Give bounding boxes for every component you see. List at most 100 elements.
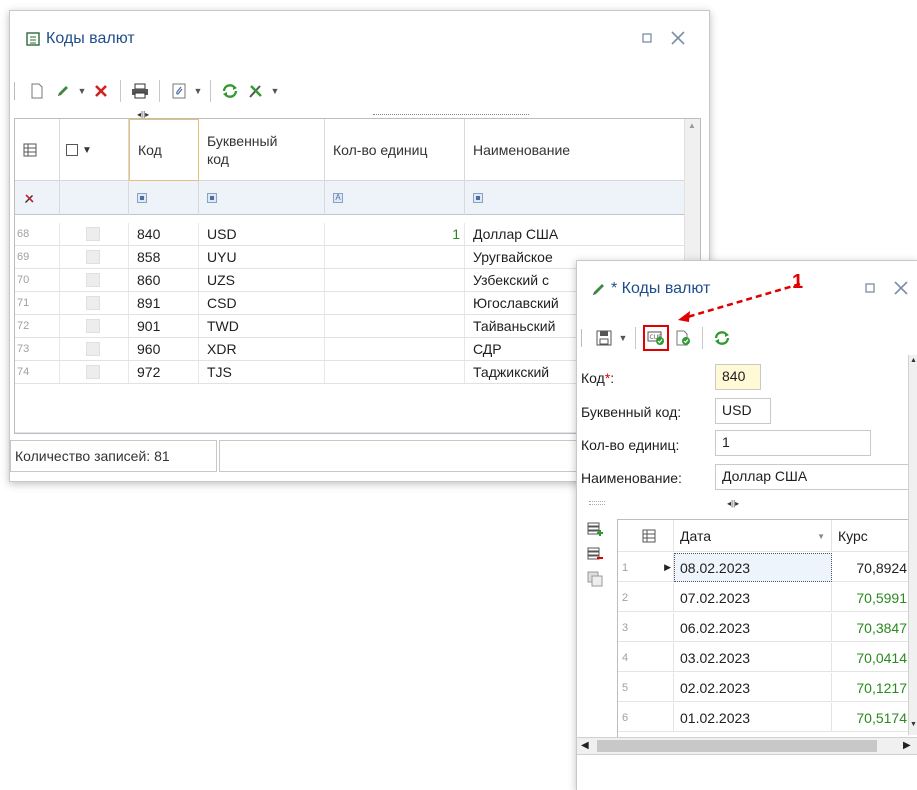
cell-date[interactable]: 02.02.2023 xyxy=(674,673,832,702)
column-header-alpha-code[interactable]: Буквенный код xyxy=(199,119,325,181)
table-row[interactable]: 4 03.02.2023 70,0414 xyxy=(618,643,917,672)
name-field[interactable]: Доллар США xyxy=(715,464,917,490)
scroll-thumb[interactable] xyxy=(597,740,877,752)
units-field[interactable]: 1 xyxy=(715,430,871,456)
cell-units xyxy=(325,292,465,314)
cell-rate[interactable]: 70,5174 xyxy=(832,703,910,732)
scroll-up-icon[interactable]: ▲ xyxy=(910,357,917,364)
filter-cell-units[interactable]: A xyxy=(325,181,465,215)
column-header-units[interactable]: Кол-во единиц xyxy=(325,119,465,181)
save-dropdown-icon[interactable]: ▼ xyxy=(617,326,629,350)
scroll-down-icon[interactable]: ▼ xyxy=(910,721,917,728)
column-header-name[interactable]: Наименование xyxy=(465,119,685,181)
column-header-code[interactable]: Код xyxy=(129,119,199,181)
toolbar-grip[interactable] xyxy=(14,82,16,100)
attach-icon[interactable] xyxy=(167,79,191,103)
row-checkbox-cell[interactable] xyxy=(60,315,129,337)
cell-date[interactable]: 07.02.2023 xyxy=(674,583,832,612)
cell-rate[interactable]: 70,3847 xyxy=(832,613,910,642)
row-checkbox-cell[interactable] xyxy=(60,269,129,291)
select-all-checkbox[interactable] xyxy=(66,144,78,156)
refresh-icon[interactable] xyxy=(218,79,242,103)
chevron-down-icon[interactable]: ▼ xyxy=(82,145,92,156)
alpha-code-field[interactable]: USD xyxy=(715,398,771,424)
row-checkbox[interactable] xyxy=(86,250,100,264)
table-row[interactable]: 2 07.02.2023 70,5991 xyxy=(618,583,917,612)
row-checkbox[interactable] xyxy=(86,296,100,310)
table-row[interactable]: 68 840 USD 1 Доллар США xyxy=(15,223,685,246)
row-checkbox-cell[interactable] xyxy=(60,361,129,383)
cell-rate[interactable]: 70,8924 xyxy=(832,553,910,582)
currency-rates-icon[interactable]: CUR xyxy=(643,325,669,351)
cell-alpha-code: USD xyxy=(199,223,325,245)
horizontal-scrollbar[interactable]: ◀ ▶ xyxy=(577,737,917,755)
table-row[interactable]: 1 ▶ 08.02.2023 70,8924 xyxy=(618,553,917,582)
row-checkbox[interactable] xyxy=(86,342,100,356)
scroll-left-icon[interactable]: ◀ xyxy=(581,740,589,751)
column-resize-grip[interactable]: ◂||▸ xyxy=(727,499,739,508)
row-checkbox-cell[interactable] xyxy=(60,292,129,314)
tools-dropdown-icon[interactable]: ▼ xyxy=(269,79,281,103)
table-row[interactable]: 5 02.02.2023 70,1217 xyxy=(618,673,917,702)
grid-settings-icon[interactable] xyxy=(642,529,656,543)
grid-settings-icon[interactable] xyxy=(23,143,37,157)
filter-cell-code[interactable] xyxy=(129,181,199,215)
print-icon[interactable] xyxy=(128,79,152,103)
save-icon[interactable] xyxy=(592,326,616,350)
cell-alpha-code: CSD xyxy=(199,292,325,314)
filter-cell-name[interactable] xyxy=(465,181,685,215)
list-window-icon xyxy=(26,32,40,46)
close-icon[interactable] xyxy=(893,280,909,296)
filter-clear-cell[interactable] xyxy=(15,181,60,215)
cell-date[interactable]: 06.02.2023 xyxy=(674,613,832,642)
maximize-icon[interactable] xyxy=(642,33,652,43)
column-header-rate[interactable]: Курс xyxy=(832,520,910,552)
maximize-icon[interactable] xyxy=(865,283,875,293)
filter-cell-alpha-code[interactable] xyxy=(199,181,325,215)
cell-rate[interactable]: 70,5991 xyxy=(832,583,910,612)
approve-icon[interactable] xyxy=(671,326,695,350)
row-checkbox-cell[interactable] xyxy=(60,246,129,268)
cell-rate[interactable]: 70,0414 xyxy=(832,643,910,672)
add-row-icon[interactable] xyxy=(587,521,609,540)
row-checkbox[interactable] xyxy=(86,319,100,333)
close-icon[interactable] xyxy=(670,30,686,46)
toolbar-grip[interactable] xyxy=(581,329,583,347)
row-checkbox-cell[interactable] xyxy=(60,223,129,245)
edit-dropdown-icon[interactable]: ▼ xyxy=(76,79,88,103)
vertical-scrollbar[interactable]: ▲ ▼ xyxy=(908,355,917,735)
cell-rate[interactable]: 70,1217 xyxy=(832,673,910,702)
grid-settings-cell[interactable] xyxy=(15,119,60,181)
attach-dropdown-icon[interactable]: ▼ xyxy=(192,79,204,103)
column-drag-area[interactable] xyxy=(373,112,529,115)
cell-date[interactable]: 08.02.2023 xyxy=(674,553,832,582)
new-document-icon[interactable] xyxy=(25,79,49,103)
edit-pencil-icon[interactable] xyxy=(51,79,75,103)
scroll-right-icon[interactable]: ▶ xyxy=(903,740,911,751)
row-checkbox-cell[interactable] xyxy=(60,338,129,360)
cell-date[interactable]: 03.02.2023 xyxy=(674,643,832,672)
table-row[interactable]: 6 01.02.2023 70,5174 xyxy=(618,703,917,732)
tools-icon[interactable] xyxy=(244,79,268,103)
row-checkbox[interactable] xyxy=(86,227,100,241)
delete-x-icon[interactable] xyxy=(89,79,113,103)
code-field[interactable]: 840 xyxy=(715,364,761,390)
grip-dots[interactable] xyxy=(589,501,605,505)
filter-text-icon[interactable]: A xyxy=(333,193,343,203)
scroll-up-icon[interactable]: ▲ xyxy=(688,121,696,130)
filter-equals-icon[interactable] xyxy=(207,193,217,203)
row-checkbox[interactable] xyxy=(86,273,100,287)
sort-desc-icon[interactable]: ▼ xyxy=(817,532,825,541)
row-checkbox[interactable] xyxy=(86,365,100,379)
refresh-icon[interactable] xyxy=(710,326,734,350)
remove-row-icon[interactable] xyxy=(587,546,609,565)
filter-equals-icon[interactable] xyxy=(473,193,483,203)
cell-date[interactable]: 01.02.2023 xyxy=(674,703,832,732)
clear-filter-icon[interactable] xyxy=(23,192,35,204)
grid-settings-cell[interactable] xyxy=(618,520,674,552)
copy-rows-icon[interactable] xyxy=(587,571,609,590)
select-all-checkbox-cell[interactable]: ▼ xyxy=(60,119,129,181)
table-row[interactable]: 3 06.02.2023 70,3847 xyxy=(618,613,917,642)
filter-equals-icon[interactable] xyxy=(137,193,147,203)
column-header-date[interactable]: Дата ▼ xyxy=(674,520,832,552)
